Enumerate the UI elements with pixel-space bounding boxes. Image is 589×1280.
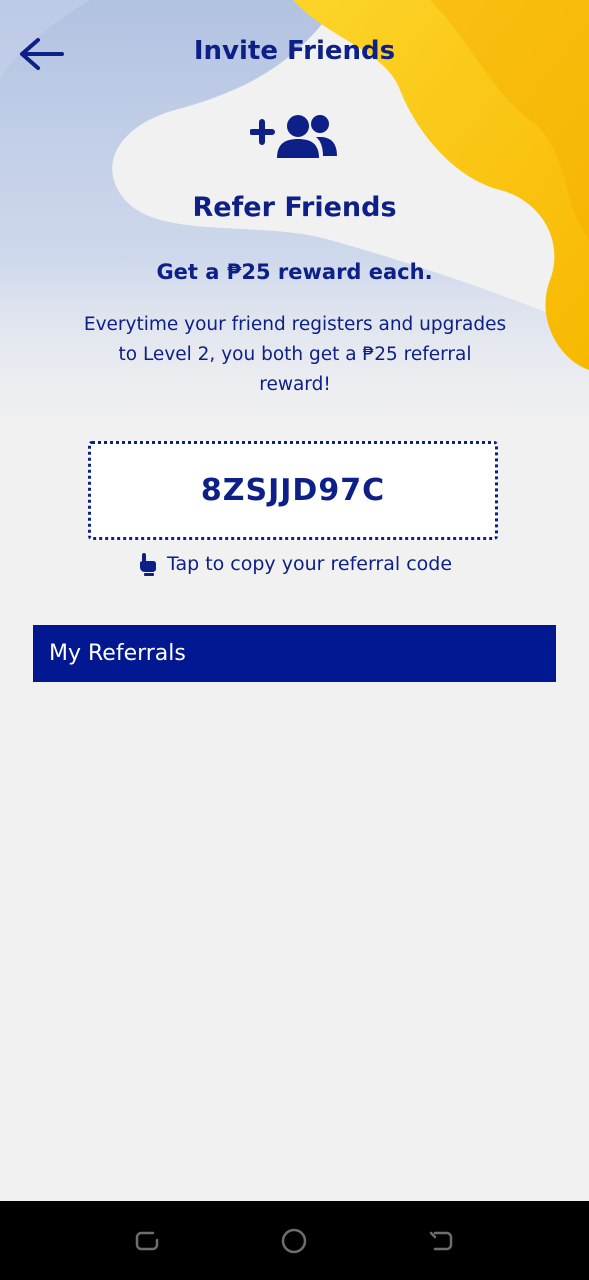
referral-code: 8ZSJJD97C xyxy=(200,473,386,508)
copy-hint-text: Tap to copy your referral code xyxy=(166,553,453,575)
home-icon xyxy=(281,1228,307,1254)
reward-description: Everytime your friend registers and upgr… xyxy=(83,314,507,395)
recents-icon xyxy=(135,1231,159,1251)
page-title: Invite Friends xyxy=(193,36,396,66)
my-referrals-title: My Referrals xyxy=(49,641,186,666)
add-user-group-icon xyxy=(250,115,337,158)
my-referrals-header: My Referrals xyxy=(33,625,556,682)
home-button[interactable] xyxy=(274,1221,314,1261)
pointing-hand-icon xyxy=(139,553,156,576)
copy-code-hint[interactable]: Tap to copy your referral code xyxy=(0,552,589,576)
refer-friends-heading: Refer Friends xyxy=(192,192,397,223)
recents-button[interactable] xyxy=(127,1221,167,1261)
system-navigation-bar xyxy=(0,1201,589,1280)
reward-subtitle: Get a ₱25 reward each. xyxy=(156,260,433,284)
system-back-button[interactable] xyxy=(421,1221,461,1261)
back-icon xyxy=(429,1231,453,1251)
referral-code-box[interactable]: 8ZSJJD97C xyxy=(88,441,498,540)
